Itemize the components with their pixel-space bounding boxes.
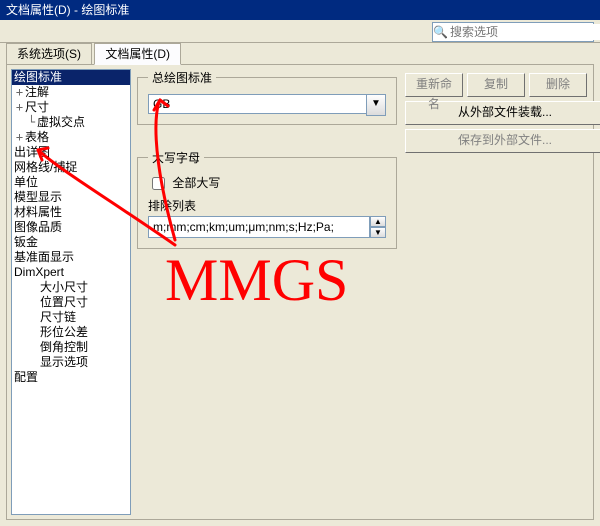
search-box[interactable]: 🔍 [432, 22, 594, 42]
tree-plane-display[interactable]: 基准面显示 [12, 250, 130, 265]
uppercase-group: 大写字母 全部大写 排除列表 ▲ ▼ [137, 149, 397, 249]
tab-document-properties[interactable]: 文档属性(D) [94, 43, 181, 65]
exclusion-list-label: 排除列表 [148, 197, 386, 214]
all-uppercase-label: 全部大写 [172, 176, 220, 190]
tree-material-properties[interactable]: 材料属性 [12, 205, 130, 220]
toolbar: 🔍 [0, 20, 600, 43]
tree-geometric-tolerance[interactable]: 形位公差 [12, 325, 130, 340]
leaf-icon: └ [26, 115, 37, 130]
overall-standard-combo[interactable]: ▼ [148, 94, 386, 114]
search-icon: 🔍 [433, 25, 448, 39]
save-external-button[interactable]: 保存到外部文件... [405, 129, 600, 153]
dropdown-icon[interactable]: ▼ [366, 94, 386, 116]
tree-chain-dimension[interactable]: 尺寸链 [12, 310, 130, 325]
expand-icon[interactable]: + [14, 85, 25, 100]
tree-size-dimension[interactable]: 大小尺寸 [12, 280, 130, 295]
tree-tables[interactable]: +表格 [12, 130, 130, 145]
tree-image-quality[interactable]: 图像品质 [12, 220, 130, 235]
nav-tree[interactable]: 绘图标准 +注解 +尺寸 └虚拟交点 +表格 出详图 网格线/捕捉 单位 模型显… [11, 69, 131, 515]
overall-standard-group: 总绘图标准 ▼ [137, 69, 397, 125]
tree-sheet-metal[interactable]: 钣金 [12, 235, 130, 250]
tree-chamfer-controls[interactable]: 倒角控制 [12, 340, 130, 355]
all-uppercase-option[interactable]: 全部大写 [148, 176, 220, 190]
all-uppercase-checkbox[interactable] [152, 177, 165, 190]
copy-button[interactable]: 复制 [467, 73, 525, 97]
tree-grid-snap[interactable]: 网格线/捕捉 [12, 160, 130, 175]
options-panel: 绘图标准 +注解 +尺寸 └虚拟交点 +表格 出详图 网格线/捕捉 单位 模型显… [6, 64, 594, 520]
tree-annotations[interactable]: +注解 [12, 85, 130, 100]
tree-location-dimension[interactable]: 位置尺寸 [12, 295, 130, 310]
exclusion-spinner[interactable]: ▲ ▼ [370, 216, 386, 238]
delete-button[interactable]: 删除 [529, 73, 587, 97]
tree-detailing[interactable]: 出详图 [12, 145, 130, 160]
overall-standard-value[interactable] [148, 94, 366, 114]
expand-icon[interactable]: + [14, 100, 25, 115]
spinner-down-icon[interactable]: ▼ [370, 227, 386, 238]
titlebar: 文档属性(D) - 绘图标准 [0, 0, 600, 20]
exclusion-list-input[interactable] [148, 216, 370, 238]
search-input[interactable] [448, 24, 600, 40]
tree-dimensions[interactable]: +尺寸 [12, 100, 130, 115]
tab-system-options[interactable]: 系统选项(S) [6, 43, 92, 64]
settings-area: 总绘图标准 ▼ 重新命名 复制 删除 从外部文件装载... 保存到外部文件... [137, 69, 587, 515]
tree-virtual-sharps[interactable]: └虚拟交点 [12, 115, 130, 130]
standard-buttons: 重新命名 复制 删除 从外部文件装载... 保存到外部文件... [405, 73, 587, 157]
spinner-up-icon[interactable]: ▲ [370, 216, 386, 227]
expand-icon[interactable]: + [14, 130, 25, 145]
overall-standard-legend: 总绘图标准 [148, 69, 216, 86]
uppercase-legend: 大写字母 [148, 149, 204, 166]
tree-units[interactable]: 单位 [12, 175, 130, 190]
tree-drafting-standard[interactable]: 绘图标准 [12, 70, 130, 85]
rename-button[interactable]: 重新命名 [405, 73, 463, 97]
tab-strip: 系统选项(S) 文档属性(D) [6, 42, 600, 64]
tree-model-display[interactable]: 模型显示 [12, 190, 130, 205]
window-title: 文档属性(D) - 绘图标准 [6, 3, 129, 17]
tree-dimxpert[interactable]: DimXpert [12, 265, 130, 280]
tree-display-options[interactable]: 显示选项 [12, 355, 130, 370]
tree-configurations[interactable]: 配置 [12, 370, 130, 385]
